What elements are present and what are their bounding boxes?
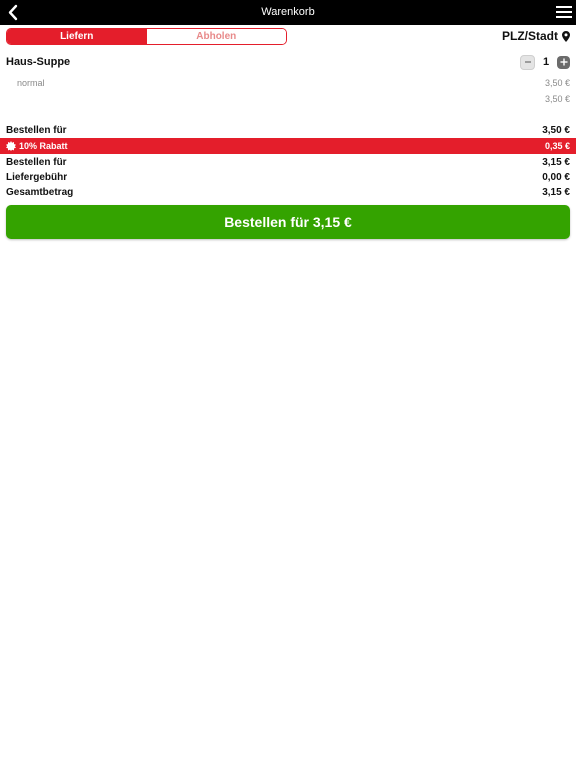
item-option-row: normal 3,50 € xyxy=(6,76,570,89)
decrease-quantity-button[interactable] xyxy=(520,54,535,70)
item-option-label: normal xyxy=(17,77,45,88)
hamburger-menu-icon xyxy=(556,6,572,18)
delivery-fee-label: Liefergebühr xyxy=(6,171,68,183)
discount-value: 0,35 € xyxy=(544,141,570,151)
item-total-price: 3,50 € xyxy=(544,93,570,104)
delivery-fee-value: 0,00 € xyxy=(542,171,570,183)
discount-banner: 10% Rabatt 0,35 € xyxy=(0,138,576,154)
tab-liefern[interactable]: Liefern xyxy=(7,29,147,44)
discount-label: 10% Rabatt xyxy=(19,141,68,151)
subtotal-label: Bestellen für xyxy=(6,124,67,136)
increase-quantity-button[interactable] xyxy=(557,55,570,69)
grand-total-value: 3,15 € xyxy=(542,186,570,198)
delivery-mode-switch: Liefern Abholen xyxy=(6,28,287,45)
cart-item: Haus-Suppe 1 xyxy=(6,54,570,70)
location-selector[interactable]: PLZ/Stadt xyxy=(502,29,570,44)
item-option-price: 3,50 € xyxy=(544,77,570,88)
item-name: Haus-Suppe xyxy=(6,56,71,68)
subtotal-value: 3,50 € xyxy=(542,124,570,136)
grand-total-row: Gesamtbetrag 3,15 € xyxy=(6,185,570,199)
subtotal-row: Bestellen für 3,50 € xyxy=(6,123,570,137)
item-total-row: 3,50 € xyxy=(6,92,570,105)
location-label: PLZ/Stadt xyxy=(502,29,558,43)
quantity-stepper: 1 xyxy=(520,54,570,70)
delivery-fee-row: Liefergebühr 0,00 € xyxy=(6,170,570,184)
discounted-subtotal-value: 3,15 € xyxy=(542,156,570,168)
grand-total-label: Gesamtbetrag xyxy=(6,186,74,198)
tab-abholen[interactable]: Abholen xyxy=(146,29,286,44)
discount-badge-icon xyxy=(6,141,16,151)
discounted-subtotal-label: Bestellen für xyxy=(6,156,67,168)
page-title: Warenkorb xyxy=(261,6,315,18)
menu-button[interactable] xyxy=(556,5,572,19)
minus-icon xyxy=(524,61,531,63)
place-order-button[interactable]: Bestellen für 3,15 € xyxy=(6,205,570,239)
map-pin-icon xyxy=(562,31,570,42)
top-bar: Warenkorb xyxy=(0,0,576,25)
discounted-subtotal-row: Bestellen für 3,15 € xyxy=(6,155,570,169)
plus-icon xyxy=(560,58,567,66)
item-quantity: 1 xyxy=(542,56,550,68)
